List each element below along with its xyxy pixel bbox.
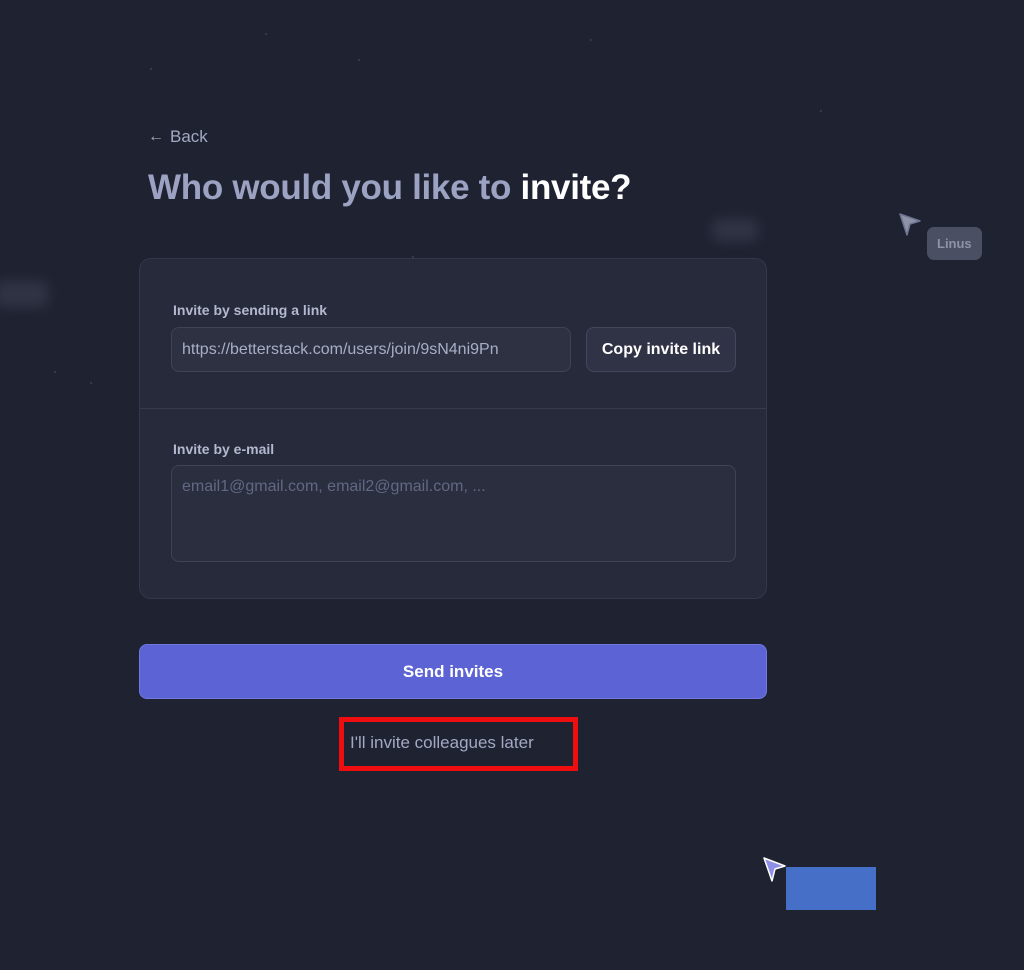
background-star <box>265 33 267 35</box>
blurred-shape <box>712 219 758 241</box>
section-divider <box>140 408 766 409</box>
background-star <box>150 68 152 70</box>
arrow-left-icon: ← <box>148 128 164 145</box>
page-title: Who would you like to invite? <box>148 168 632 208</box>
own-cursor-badge <box>786 867 876 910</box>
background-star <box>90 382 92 384</box>
invite-later-link[interactable]: I'll invite colleagues later <box>350 733 534 753</box>
invite-link-field[interactable]: https://betterstack.com/users/join/9sN4n… <box>171 327 571 372</box>
background-star <box>54 371 56 373</box>
invite-email-label: Invite by e-mail <box>173 441 275 457</box>
page-title-prefix: Who would you like to <box>148 168 521 207</box>
collaborator-name-badge: Linus <box>927 227 982 260</box>
copy-invite-link-button[interactable]: Copy invite link <box>586 327 736 372</box>
blurred-shape <box>0 281 48 307</box>
send-invites-button[interactable]: Send invites <box>139 644 767 699</box>
invite-card: Invite by sending a link https://betters… <box>139 258 767 599</box>
invite-email-field[interactable] <box>171 465 736 562</box>
invite-later-highlight: I'll invite colleagues later <box>339 717 578 771</box>
back-label: Back <box>170 127 208 146</box>
back-link[interactable]: ← Back <box>148 127 208 147</box>
page-title-accent: invite? <box>520 168 632 207</box>
background-star <box>820 110 822 112</box>
background-star <box>590 39 592 41</box>
collaborator-cursor-icon <box>899 213 921 236</box>
background-star <box>358 59 360 61</box>
invite-page: ← Back Who would you like to invite? Inv… <box>0 0 1024 970</box>
invite-link-label: Invite by sending a link <box>173 302 328 318</box>
own-cursor-icon <box>763 857 786 882</box>
